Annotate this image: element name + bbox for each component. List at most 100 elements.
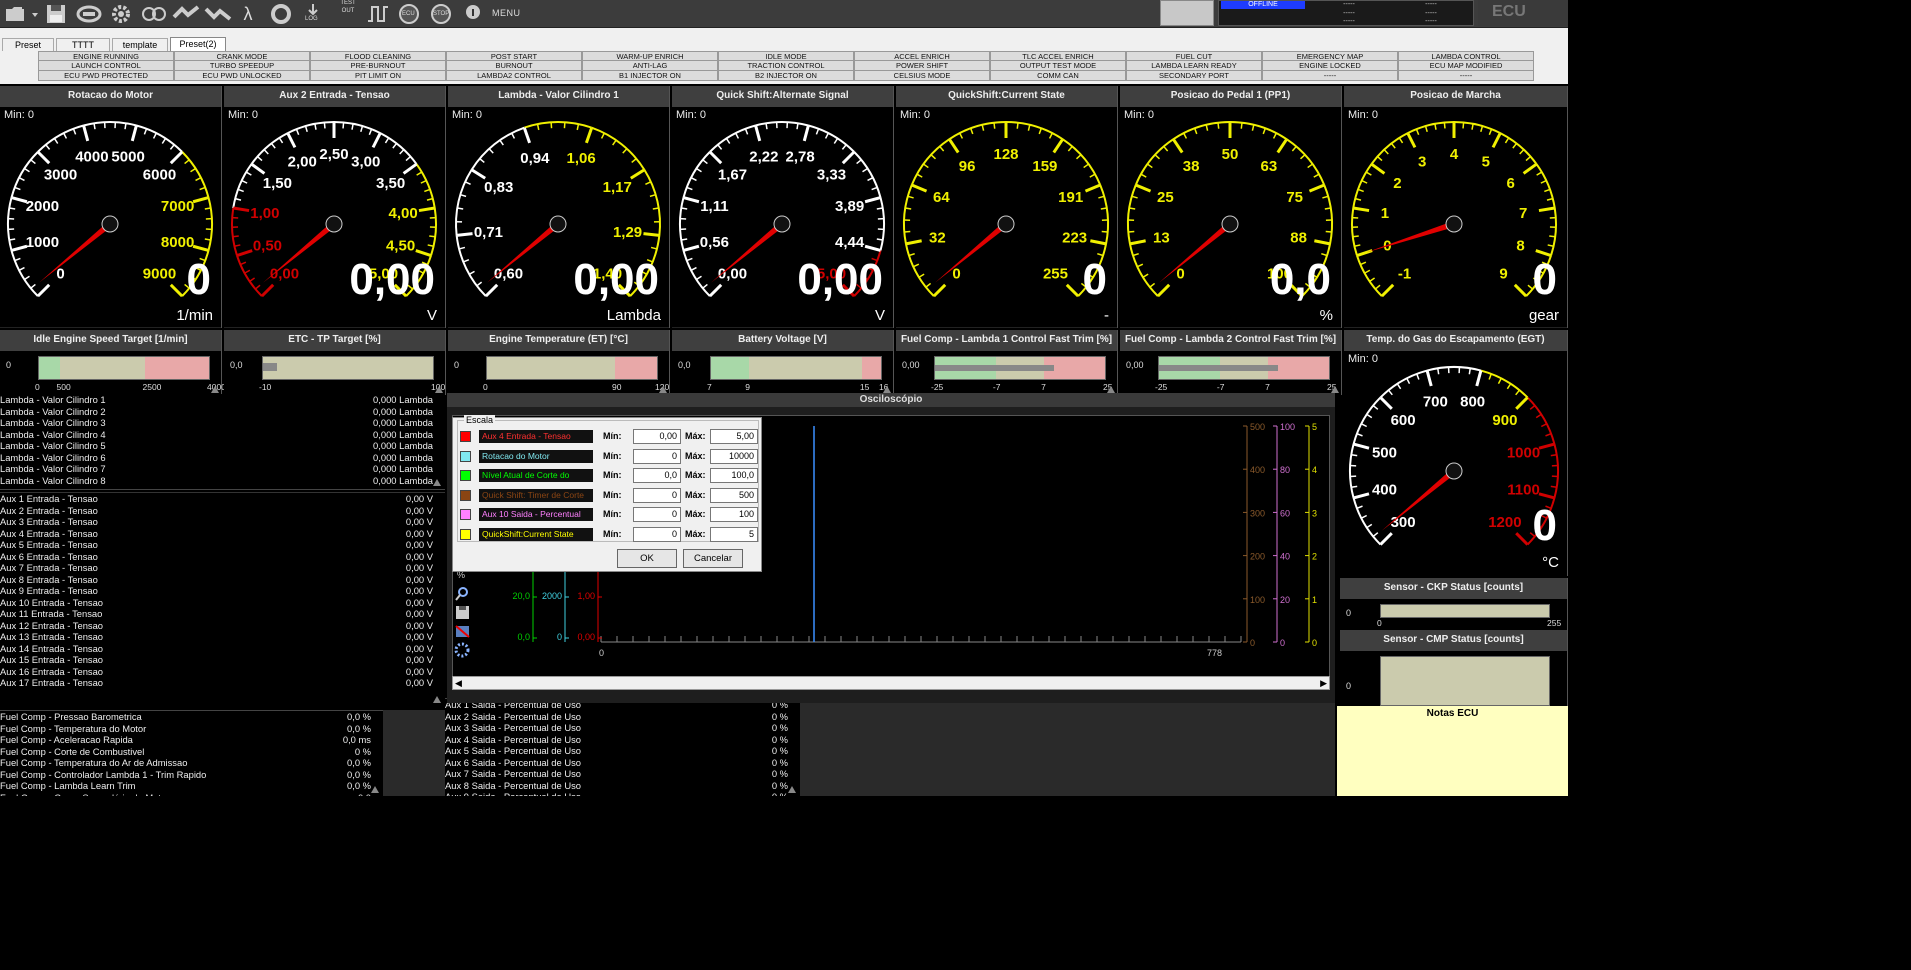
bar-gauge-corner-icon[interactable]: [883, 386, 891, 393]
scroll-right-icon[interactable]: ▶: [1320, 678, 1327, 689]
bar-gauge-corner-icon[interactable]: [211, 386, 219, 393]
min-input[interactable]: 0,0: [633, 468, 681, 484]
min-input[interactable]: 0: [633, 527, 681, 542]
max-input[interactable]: 500: [710, 487, 758, 503]
menu-button[interactable]: MENU: [492, 8, 521, 18]
channel-color-swatch[interactable]: [460, 529, 471, 540]
info-icon[interactable]: [460, 3, 486, 25]
min-input[interactable]: 0: [633, 448, 681, 464]
open-folder-icon[interactable]: [2, 3, 40, 25]
turbo-icon[interactable]: [268, 3, 294, 25]
tab-tttt[interactable]: TTTT: [56, 38, 110, 51]
list-item[interactable]: Aux 10 Entrada - Tensao 0,00 V: [0, 597, 445, 609]
list-item[interactable]: Aux 2 Entrada - Tensao 0,00 V: [0, 505, 445, 517]
list-item[interactable]: Lambda - Valor Cilindro 5 0,000 Lambda: [0, 440, 445, 452]
channel-color-swatch[interactable]: [460, 470, 471, 482]
list-item[interactable]: Fuel Comp - Pressao Barometrica 0,0 %: [0, 711, 383, 723]
list-item[interactable]: Lambda - Valor Cilindro 4 0,000 Lambda: [0, 429, 445, 441]
list-corner-icon[interactable]: [433, 696, 441, 703]
list-item[interactable]: Aux 13 Entrada - Tensao 0,00 V: [0, 631, 445, 643]
ok-button[interactable]: OK: [617, 549, 677, 568]
handshake-alt-icon[interactable]: [204, 3, 232, 25]
cancel-button[interactable]: Cancelar: [683, 549, 743, 568]
list-item[interactable]: Aux 7 Entrada - Tensao 0,00 V: [0, 562, 445, 574]
list-item[interactable]: Fuel Comp - Temperatura do Ar de Admissa…: [0, 757, 383, 769]
list-item[interactable]: Aux 4 Saida - Percentual de Uso 0 %: [445, 734, 800, 746]
list-item[interactable]: Lambda - Valor Cilindro 7 0,000 Lambda: [0, 463, 445, 475]
list-item[interactable]: Aux 5 Entrada - Tensao 0,00 V: [0, 539, 445, 551]
list-corner-icon[interactable]: [788, 786, 796, 793]
list-item[interactable]: Aux 9 Entrada - Tensao 0,00 V: [0, 585, 445, 597]
list-item[interactable]: Fuel Comp - Carga Secundária de Motor 0,0: [0, 792, 383, 797]
log-download-icon[interactable]: LOG: [300, 3, 326, 25]
bar-gauge-corner-icon[interactable]: [435, 386, 443, 393]
tab-template[interactable]: template: [112, 38, 168, 51]
list-item[interactable]: Fuel Comp - Corte de Combustivel 0 %: [0, 746, 383, 758]
ecu-icon[interactable]: ECU: [396, 3, 422, 25]
list-item[interactable]: Lambda - Valor Cilindro 3 0,000 Lambda: [0, 417, 445, 429]
max-input[interactable]: 5,00: [710, 429, 758, 444]
list-item[interactable]: Aux 6 Entrada - Tensao 0,00 V: [0, 551, 445, 563]
list-item[interactable]: Fuel Comp - Aceleracao Rapida 0,0 ms: [0, 734, 383, 746]
oscilloscope-scrollbar[interactable]: ◀ ▶: [452, 676, 1330, 690]
bar-gauge-corner-icon[interactable]: [659, 386, 667, 393]
list-item[interactable]: Aux 11 Entrada - Tensao 0,00 V: [0, 608, 445, 620]
bar-gauge-corner-icon[interactable]: [1331, 386, 1339, 393]
save-icon[interactable]: [456, 606, 469, 619]
bar-gauge-corner-icon[interactable]: [1107, 386, 1115, 393]
min-input[interactable]: 0: [633, 487, 681, 503]
test-out-icon[interactable]: TEST OUT: [332, 0, 360, 25]
list-corner-icon[interactable]: [433, 479, 441, 486]
list-item[interactable]: Aux 6 Saida - Percentual de Uso 0 %: [445, 757, 800, 769]
gear-icon[interactable]: [108, 3, 134, 25]
list-item[interactable]: Lambda - Valor Cilindro 6 0,000 Lambda: [0, 452, 445, 464]
list-item[interactable]: Lambda - Valor Cilindro 8 0,000 Lambda: [0, 475, 445, 487]
max-input[interactable]: 100: [710, 507, 758, 523]
channel-color-swatch[interactable]: [460, 509, 471, 521]
list-item[interactable]: Aux 3 Entrada - Tensao 0,00 V: [0, 516, 445, 528]
list-item[interactable]: Lambda - Valor Cilindro 1 0,000 Lambda: [0, 394, 445, 406]
channel-color-swatch[interactable]: [460, 489, 471, 501]
max-input[interactable]: 5: [710, 527, 758, 542]
list-item[interactable]: Aux 9 Saida - Percentual de Uso 0 %: [445, 791, 800, 796]
channel-color-swatch[interactable]: [460, 431, 471, 442]
max-input[interactable]: 100,0: [710, 468, 758, 484]
stop-icon[interactable]: STOP: [428, 3, 454, 25]
list-item[interactable]: Aux 7 Saida - Percentual de Uso 0 %: [445, 768, 800, 780]
tab-preset-2[interactable]: Preset(2): [170, 37, 226, 51]
handshake-icon[interactable]: [172, 3, 200, 25]
gauge-arc: [1535, 163, 1556, 209]
sync-icon[interactable]: [140, 3, 168, 25]
ecu-notes[interactable]: Notas ECU: [1337, 706, 1568, 796]
list-item[interactable]: Aux 17 Entrada - Tensao 0,00 V: [0, 677, 445, 689]
list-corner-icon[interactable]: [371, 786, 379, 793]
list-item[interactable]: Aux 16 Entrada - Tensao 0,00 V: [0, 666, 445, 678]
lambda-icon[interactable]: λ: [238, 3, 258, 25]
engine-icon[interactable]: [76, 3, 102, 25]
list-item[interactable]: Fuel Comp - Controlador Lambda 1 - Trim …: [0, 769, 383, 781]
list-item[interactable]: Fuel Comp - Lambda Learn Trim 0,0 %: [0, 780, 383, 792]
channel-color-swatch[interactable]: [460, 450, 471, 462]
list-item[interactable]: Aux 1 Entrada - Tensao 0,00 V: [0, 493, 445, 505]
max-input[interactable]: 10000: [710, 448, 758, 464]
list-item[interactable]: Aux 5 Saida - Percentual de Uso 0 %: [445, 745, 800, 757]
tab-preset[interactable]: Preset: [2, 38, 54, 51]
list-item[interactable]: Aux 3 Saida - Percentual de Uso 0 %: [445, 722, 800, 734]
list-item[interactable]: Aux 15 Entrada - Tensao 0,00 V: [0, 654, 445, 666]
list-item[interactable]: Aux 2 Saida - Percentual de Uso 0 %: [445, 711, 800, 723]
list-item[interactable]: Aux 14 Entrada - Tensao 0,00 V: [0, 643, 445, 655]
list-item[interactable]: Aux 4 Entrada - Tensao 0,00 V: [0, 528, 445, 540]
zoom-icon[interactable]: [455, 587, 468, 601]
clear-icon[interactable]: [455, 625, 470, 638]
pulse-wave-icon[interactable]: [366, 3, 390, 25]
list-item[interactable]: Lambda - Valor Cilindro 2 0,000 Lambda: [0, 406, 445, 418]
scroll-left-icon[interactable]: ◀: [455, 678, 462, 689]
min-input[interactable]: 0,00: [633, 429, 681, 444]
list-item[interactable]: Fuel Comp - Temperatura do Motor 0,0 %: [0, 723, 383, 735]
list-item[interactable]: Aux 12 Entrada - Tensao 0,00 V: [0, 620, 445, 632]
save-icon[interactable]: [44, 3, 68, 25]
settings-icon[interactable]: [454, 642, 470, 658]
list-item[interactable]: Aux 8 Entrada - Tensao 0,00 V: [0, 574, 445, 586]
min-input[interactable]: 0: [633, 507, 681, 523]
list-item[interactable]: Aux 8 Saida - Percentual de Uso 0 %: [445, 780, 800, 792]
